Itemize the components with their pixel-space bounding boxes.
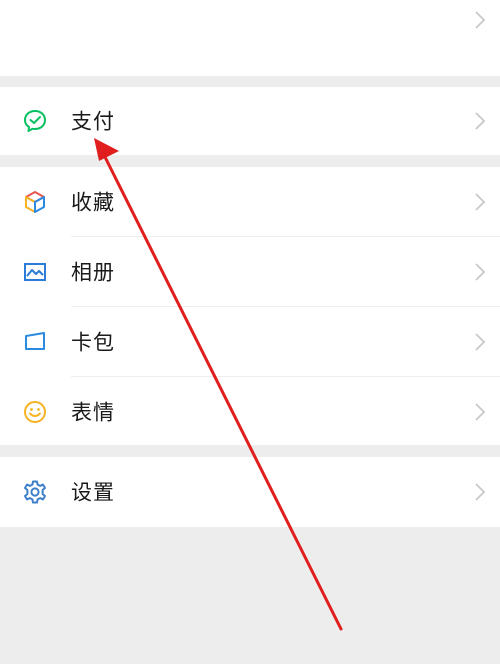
gear-icon (21, 478, 49, 506)
wechat-me-screen: 支付 收藏 相册 卡包 表情 设置 (0, 0, 500, 664)
chevron-right-icon (475, 11, 486, 29)
chevron-right-icon (475, 112, 486, 130)
top-partial-row[interactable] (0, 0, 500, 76)
favorites-cube-icon (21, 188, 49, 216)
menu-item-album-label: 相册 (71, 260, 115, 285)
tools-section: 收藏 相册 卡包 表情 (0, 167, 500, 445)
menu-item-pay-label: 支付 (71, 109, 115, 134)
menu-item-album[interactable]: 相册 (0, 237, 500, 307)
menu-item-stickers[interactable]: 表情 (0, 377, 500, 447)
pay-section: 支付 (0, 87, 500, 155)
chevron-right-icon (475, 333, 486, 351)
menu-item-settings-label: 设置 (71, 480, 115, 505)
card-wallet-icon (21, 328, 49, 356)
chevron-right-icon (475, 403, 486, 421)
menu-item-favorites[interactable]: 收藏 (0, 167, 500, 237)
chevron-right-icon (475, 483, 486, 501)
menu-item-favorites-label: 收藏 (71, 190, 115, 215)
menu-item-cards[interactable]: 卡包 (0, 307, 500, 377)
smiley-face-icon (21, 398, 49, 426)
pay-icon (21, 107, 49, 135)
top-partial-section (0, 0, 500, 76)
chevron-right-icon (475, 193, 486, 211)
settings-section: 设置 (0, 457, 500, 527)
menu-item-pay[interactable]: 支付 (0, 87, 500, 155)
menu-item-cards-label: 卡包 (71, 330, 115, 355)
menu-item-settings[interactable]: 设置 (0, 457, 500, 527)
album-image-icon (21, 258, 49, 286)
menu-item-stickers-label: 表情 (71, 400, 115, 425)
chevron-right-icon (475, 263, 486, 281)
